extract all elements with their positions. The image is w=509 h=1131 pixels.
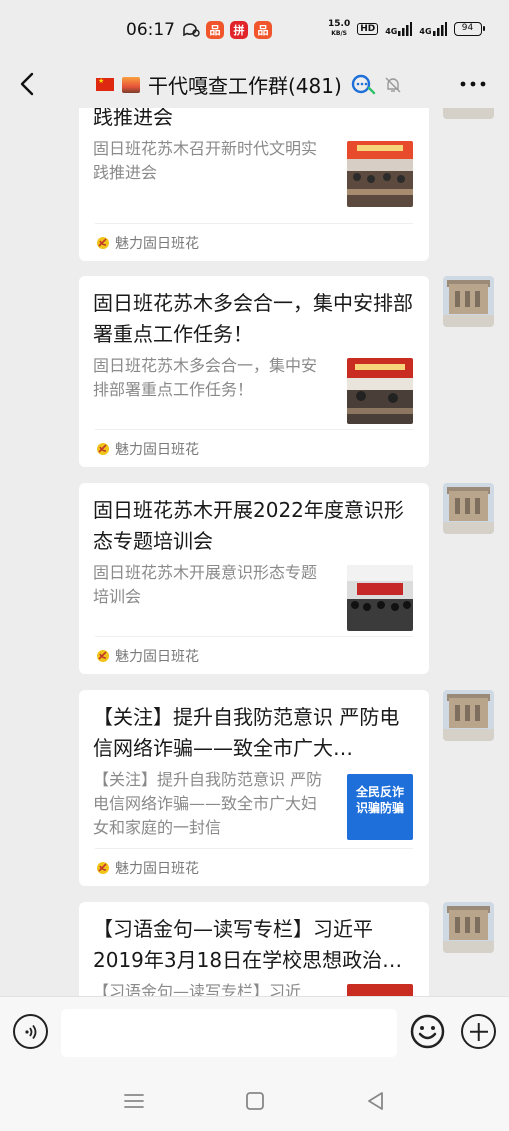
app-notification-icon: 品 — [254, 21, 272, 39]
back-arrow-icon[interactable] — [14, 68, 42, 100]
more-options-icon[interactable] — [458, 70, 488, 98]
thumbnail-caption: 全民反诈 识骗防骗 — [355, 785, 404, 815]
message-list[interactable]: 践推进会 固日班花苏木召开新时代文明实践推进会 魅力固日班花 固日班花苏木多会合… — [0, 108, 509, 996]
article-card[interactable]: 固日班花苏木开展2022年度意识形态专题培训会 固日班花苏木开展意识形态专题培训… — [79, 483, 429, 674]
party-emblem-icon — [95, 236, 111, 250]
party-emblem-icon — [95, 649, 111, 663]
battery-icon: 94 — [453, 22, 485, 36]
article-title: 固日班花苏木开展2022年度意识形态专题培训会 — [93, 498, 404, 553]
source-name: 魅力固日班花 — [115, 860, 199, 877]
article-source: 魅力固日班花 — [95, 636, 413, 674]
article-card[interactable]: 固日班花苏木多会合一，集中安排部署重点工作任务！ 固日班花苏木多会合一，集中安排… — [79, 276, 429, 467]
group-name: 干代嘎查工作群(481) — [148, 74, 342, 98]
sender-avatar[interactable] — [443, 276, 494, 327]
sunrise-icon — [122, 76, 140, 93]
article-thumbnail: 全民反诈 识骗防骗 — [347, 774, 413, 840]
sender-avatar[interactable] — [443, 902, 494, 953]
article-card[interactable]: 【关注】提升自我防范意识 严防电信网络诈骗——致全市广大… 【关注】提升自我防范… — [79, 690, 429, 886]
voice-input-button[interactable] — [13, 1014, 48, 1049]
party-emblem-icon — [95, 861, 111, 875]
sender-avatar[interactable] — [443, 690, 494, 741]
source-name: 魅力固日班花 — [115, 648, 199, 665]
message-input[interactable] — [61, 1009, 397, 1057]
voice-wave-icon — [24, 1024, 36, 1039]
article-source: 魅力固日班花 — [95, 848, 413, 886]
article-source: 魅力固日班花 — [95, 223, 413, 261]
sender-avatar[interactable] — [443, 483, 494, 534]
article-thumbnail — [347, 141, 413, 207]
mute-bell-icon — [385, 77, 401, 92]
home-icon[interactable] — [241, 1088, 269, 1114]
app-notification-icon: 品 — [206, 21, 224, 39]
article-description: 【习语金句—读写专栏】习近 — [93, 982, 302, 996]
notification-icons: 品 拼 品 — [182, 21, 272, 39]
article-thumbnail — [347, 984, 413, 996]
source-name: 魅力固日班花 — [115, 441, 199, 458]
system-navigation-bar — [0, 1072, 509, 1131]
chat-input-bar — [0, 996, 509, 1072]
status-time: 06:17 — [126, 20, 175, 40]
status-bar: 06:17 品 拼 品 15.0 KB/S HD 4G 4G 94 — [0, 0, 509, 62]
network-type: 4G — [385, 27, 398, 36]
emoji-button[interactable] — [410, 1014, 445, 1049]
article-title: 【关注】提升自我防范意识 严防电信网络诈骗——致全市广大… — [93, 705, 400, 760]
article-description: 【关注】提升自我防范意识 严防电信网络诈骗——致全市广大妇女和家庭的一封信 — [93, 770, 323, 837]
chat-title: 干代嘎查工作群(481) — [96, 70, 402, 99]
party-emblem-icon — [95, 442, 111, 456]
article-source: 魅力固日班花 — [95, 429, 413, 467]
article-description: 固日班花苏木多会合一，集中安排部署重点工作任务！ — [93, 356, 318, 399]
menu-icon[interactable] — [120, 1088, 148, 1114]
chat-bubble-icon — [183, 23, 200, 37]
article-description: 固日班花苏木开展意识形态专题培训会 — [93, 563, 318, 606]
signal-icon: 4G — [419, 22, 447, 36]
article-card[interactable]: 践推进会 固日班花苏木召开新时代文明实践推进会 魅力固日班花 — [79, 108, 429, 261]
hd-icon: HD — [357, 23, 379, 35]
back-triangle-icon[interactable] — [362, 1088, 390, 1114]
speed-unit: KB/S — [331, 30, 347, 37]
speed-value: 15.0 — [328, 19, 351, 29]
article-card[interactable]: 【习语金句—读写专栏】习近平2019年3月18日在学校思想政治… 【习语金句—读… — [79, 902, 429, 996]
sender-avatar[interactable] — [443, 108, 494, 119]
article-thumbnail — [347, 358, 413, 424]
article-description: 固日班花苏木召开新时代文明实践推进会 — [93, 139, 318, 182]
chat-header: 干代嘎查工作群(481) — [0, 62, 509, 108]
china-flag-icon — [96, 77, 114, 91]
article-title: 固日班花苏木多会合一，集中安排部署重点工作任务！ — [93, 291, 413, 346]
group-chat-icon — [351, 74, 375, 94]
network-type: 4G — [419, 27, 432, 36]
signal-icon: 4G — [385, 22, 413, 36]
more-functions-button[interactable] — [461, 1014, 496, 1049]
article-thumbnail — [347, 565, 413, 631]
system-icons: 15.0 KB/S HD 4G 4G 94 — [328, 20, 485, 38]
source-name: 魅力固日班花 — [115, 235, 199, 252]
article-title: 【习语金句—读写专栏】习近平2019年3月18日在学校思想政治… — [93, 917, 403, 972]
app-notification-icon: 拼 — [230, 21, 248, 39]
network-speed: 15.0 KB/S — [328, 20, 350, 38]
article-title: 践推进会 — [93, 108, 173, 129]
